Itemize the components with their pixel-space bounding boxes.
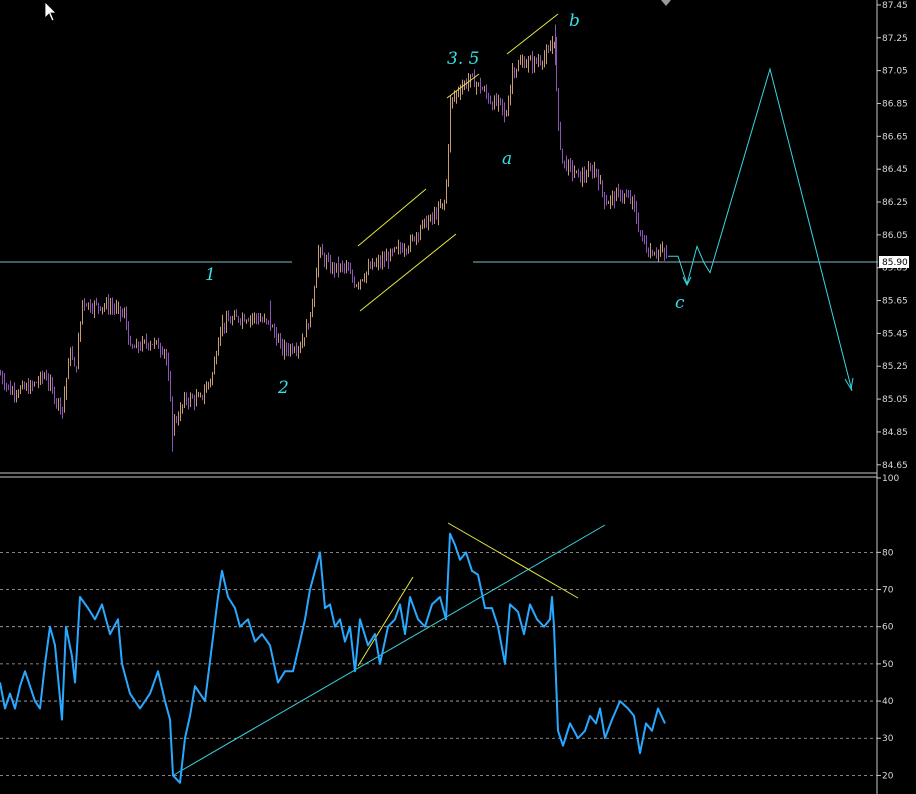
price-tick-label: 85.05 <box>882 395 908 405</box>
current-price-tag: 85.90 <box>879 256 909 268</box>
price-tick-label: 86.05 <box>882 231 908 241</box>
oscillator-tick-label: 30 <box>882 734 894 744</box>
price-axis: 87.45 87.25 87.05 86.85 86.65 86.45 86.25 86.05… <box>877 1 908 471</box>
oscillator-tick-label: 20 <box>882 771 894 781</box>
price-tick-label: 85.45 <box>882 329 908 339</box>
wave-label-1: 1 <box>205 265 216 285</box>
oscillator-tick-label: 50 <box>882 660 894 670</box>
wave-label-a: a <box>502 149 512 169</box>
price-tick-label: 85.25 <box>882 362 908 372</box>
chart-canvas[interactable]: 1 2 3. 5 a b c 87.45 87.25 87.05 86.85 86.65… <box>0 0 916 794</box>
price-tick-label: 86.25 <box>882 198 908 208</box>
chart-background <box>0 0 916 794</box>
price-tick-label: 87.05 <box>882 67 908 77</box>
price-tick-label: 87.45 <box>882 1 908 11</box>
oscillator-tick-label: 70 <box>882 586 894 596</box>
price-tick-label: 84.85 <box>882 428 908 438</box>
wave-label-3-5: 3. 5 <box>447 49 479 69</box>
wave-label-c: c <box>675 293 685 313</box>
oscillator-tick-label: 60 <box>882 623 894 633</box>
price-tick-label: 86.85 <box>882 99 908 109</box>
price-tick-label: 86.45 <box>882 165 908 175</box>
wave-label-b: b <box>569 11 580 31</box>
current-price-label: 85.90 <box>882 258 908 268</box>
oscillator-tick-label: 100 <box>882 474 899 484</box>
price-tick-label: 85.65 <box>882 297 908 307</box>
price-tick-label: 87.25 <box>882 34 908 44</box>
wave-label-2: 2 <box>277 378 289 398</box>
price-tick-label: 86.65 <box>882 132 908 142</box>
oscillator-tick-label: 40 <box>882 697 894 707</box>
price-tick-label: 84.65 <box>882 461 908 471</box>
oscillator-tick-label: 80 <box>882 548 894 558</box>
